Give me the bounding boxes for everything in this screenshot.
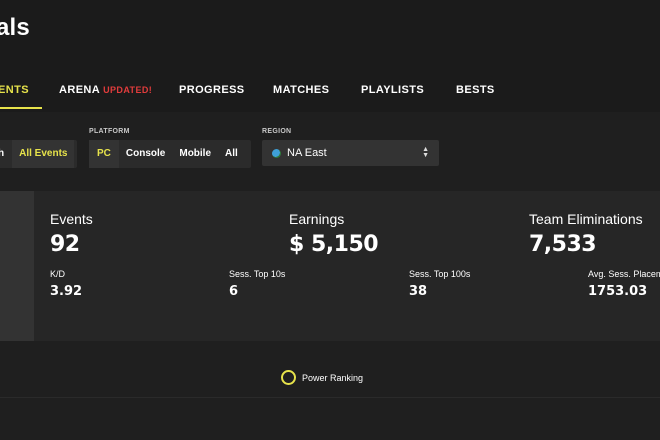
stat-events-label: Events [50, 211, 93, 227]
stats-side-block [0, 191, 34, 341]
tab-playlists[interactable]: PLAYLISTS [361, 84, 424, 96]
platform-option-console[interactable]: Console [119, 140, 172, 168]
stat-top10-value: 6 [229, 284, 239, 299]
stat-top100-value: 38 [409, 284, 428, 299]
tab-bests-label: BESTS [456, 84, 495, 96]
tab-bests[interactable]: BESTS [456, 84, 495, 96]
tab-arena[interactable]: ARENA UPDATED! [59, 84, 152, 96]
globe-icon [272, 148, 281, 158]
stat-top100-label: Sess. Top 100s [409, 269, 471, 279]
stat-kd-label: K/D [50, 269, 66, 279]
tab-arena-label: ARENA [59, 84, 101, 96]
tab-progress-label: PROGRESS [179, 84, 245, 96]
region-value: NA East [287, 147, 327, 159]
stat-team-elims-value: 7,533 [529, 232, 597, 257]
events-option-all[interactable]: All Events [12, 140, 75, 168]
tab-bar: ENTS ARENA UPDATED! PROGRESS MATCHES PLAY… [0, 72, 660, 110]
platform-option-mobile[interactable]: Mobile [172, 140, 218, 168]
events-filter: h All Events [0, 140, 77, 168]
stat-events-value: 92 [50, 232, 80, 257]
page-title: als [0, 14, 30, 41]
platform-filter: PC Console Mobile All [89, 140, 251, 168]
platform-option-pc[interactable]: PC [89, 140, 119, 168]
stat-avg-placement-value: 1753.03 [588, 284, 648, 299]
stat-avg-placement-label: Avg. Sess. Placem [588, 269, 660, 279]
tab-matches-label: MATCHES [273, 84, 330, 96]
tab-events-label: ENTS [0, 84, 29, 96]
platform-option-all[interactable]: All [218, 140, 245, 168]
tab-playlists-label: PLAYLISTS [361, 84, 425, 96]
tab-matches[interactable]: MATCHES [273, 84, 329, 96]
stat-team-elims-label: Team Eliminations [529, 211, 643, 227]
stat-earnings-label: Earnings [289, 211, 345, 227]
updated-badge: UPDATED! [103, 85, 153, 95]
sort-arrows-icon: ▲ ▼ [422, 146, 429, 159]
chart-legend-power-ranking[interactable]: Power Ranking [281, 370, 363, 385]
active-tab-indicator [0, 107, 42, 109]
region-label: REGION [262, 128, 292, 135]
events-option-partial[interactable]: h [0, 140, 12, 168]
stat-kd-value: 3.92 [50, 284, 83, 299]
stat-top10-label: Sess. Top 10s [229, 269, 286, 279]
legend-label: Power Ranking [302, 372, 364, 383]
tab-progress[interactable]: PROGRESS [179, 84, 245, 96]
chart-gridline [0, 397, 660, 398]
legend-marker-icon [281, 370, 296, 385]
region-select[interactable]: NA East ▲ ▼ [262, 140, 439, 166]
stat-earnings-value: $ 5,150 [289, 232, 379, 257]
platform-label: PLATFORM [89, 128, 130, 135]
tab-events[interactable]: ENTS [0, 84, 29, 96]
